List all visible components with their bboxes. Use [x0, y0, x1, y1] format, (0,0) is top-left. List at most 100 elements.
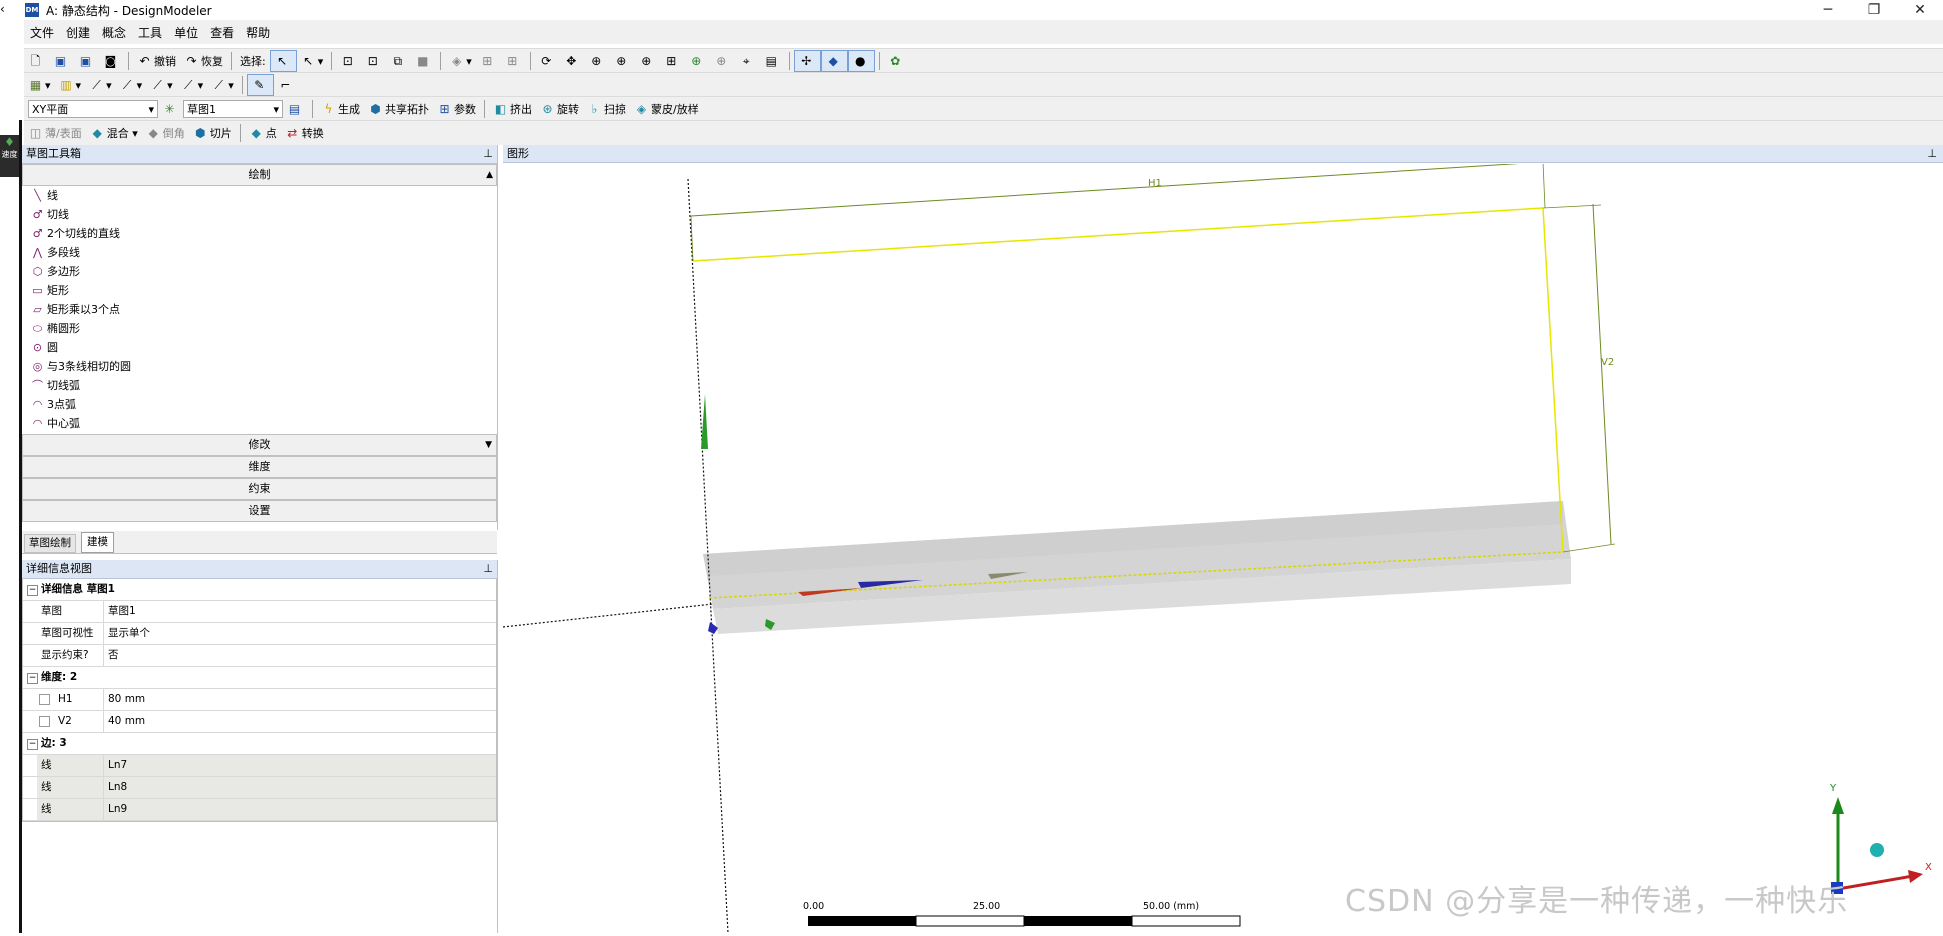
draw-tool-item[interactable]: ▭ 矩形 [22, 281, 497, 300]
face-color-dropdown[interactable]: ▥ ▾ [55, 75, 86, 95]
detail-value[interactable]: 草图1 [104, 601, 496, 622]
save-as-button[interactable]: ▣ [74, 51, 99, 71]
draw-tool-item[interactable]: ╲ 线 [22, 186, 497, 205]
edge-joint-dropdown-1[interactable]: ⟋ ▾ [85, 75, 116, 95]
next-view-button[interactable]: ⊕ [710, 51, 735, 71]
share-topology-button[interactable]: ⬢ 共享拓扑 [364, 99, 433, 119]
maximize-button[interactable]: ❐ [1851, 0, 1897, 20]
slice-button[interactable]: ⬢ 切片 [189, 123, 236, 143]
draw-tool-item[interactable]: ▱ 矩形乘以3个点 [22, 300, 497, 319]
detail-value[interactable]: 显示单个 [104, 623, 496, 644]
side-tab[interactable]: ♦ 速度 [0, 135, 19, 177]
point-button[interactable]: ◆ 点 [245, 123, 281, 143]
dimension-v2-label[interactable]: V2 [1601, 357, 1614, 368]
dimension-row[interactable]: H1 80 mm [23, 689, 496, 711]
graphics-viewport[interactable]: H1 V2 0.00 25.00 50.00 (mm) Y X [502, 161, 1943, 934]
redo-button[interactable]: ↷ 恢复 [180, 51, 227, 71]
detail-value[interactable]: 40 mm [104, 711, 496, 732]
look-at-button[interactable]: ✿ [884, 51, 909, 71]
zoom-fit-button[interactable]: ⊕ [635, 51, 660, 71]
vertex-tool-button[interactable]: ⌐ [274, 75, 299, 95]
menu-view[interactable]: 查看 [204, 24, 240, 41]
draw-section-header[interactable]: 绘制 ▲ [22, 164, 497, 186]
previous-view-button[interactable]: ⊕ [685, 51, 710, 71]
tab-sketching[interactable]: 草图绘制 [24, 534, 76, 553]
settings-section-header[interactable]: 设置 [22, 500, 497, 522]
dimension-h1-label[interactable]: H1 [1148, 178, 1162, 189]
detail-row[interactable]: 显示约束? 否 [23, 645, 496, 667]
select-mode-button[interactable]: ↖ [269, 50, 297, 72]
draw-tool-item[interactable]: ⬡ 多边形 [22, 262, 497, 281]
dimension-row[interactable]: V2 40 mm [23, 711, 496, 733]
collapse-icon[interactable]: − [27, 585, 38, 596]
extend-select-dropdown[interactable]: ◈ ▾ [445, 51, 476, 71]
screenshot-button[interactable]: ◙ [99, 51, 124, 71]
new-sketch-button[interactable]: ▤ [283, 99, 308, 119]
modify-section-header[interactable]: 修改 ▼ [22, 434, 497, 456]
revolve-button[interactable]: ⊛ 旋转 [536, 99, 583, 119]
rotate-button[interactable]: ⟳ [535, 51, 560, 71]
edge-row[interactable]: 线 Ln9 [23, 799, 496, 821]
detail-row[interactable]: 草图 草图1 [23, 601, 496, 623]
select-face-button[interactable]: ⧉ [386, 51, 411, 71]
pan-button[interactable]: ✥ [560, 51, 585, 71]
viewport-canvas[interactable]: H1 V2 0.00 25.00 50.00 (mm) Y X [502, 161, 1943, 934]
dimensions-section-header[interactable]: 维度 [22, 456, 497, 478]
pick-tool-button[interactable]: ✎ [246, 74, 274, 96]
constraints-section-header[interactable]: 约束 [22, 478, 497, 500]
draw-tool-item[interactable]: ⊙ 圆 [22, 338, 497, 357]
menu-tools[interactable]: 工具 [132, 24, 168, 41]
zoom-button[interactable]: ⊕ [585, 51, 610, 71]
undo-button[interactable]: ↶ 撤销 [133, 51, 180, 71]
edge-joint-dropdown-3[interactable]: ⟋ ▾ [146, 75, 177, 95]
draw-tool-item[interactable]: ◎ 与3条线相切的圆 [22, 357, 497, 376]
edge-joint-dropdown-2[interactable]: ⟋ ▾ [116, 75, 147, 95]
convert-button[interactable]: ⇄ 转换 [281, 123, 328, 143]
collapse-icon[interactable]: − [27, 739, 38, 750]
detail-value[interactable]: 否 [104, 645, 496, 666]
parameter-checkbox[interactable] [39, 716, 50, 727]
detail-value[interactable]: 80 mm [104, 689, 496, 710]
select-body-button[interactable]: ■ [411, 51, 436, 71]
display-plane-button[interactable]: ▤ [760, 51, 785, 71]
display-model-button[interactable]: ◆ [820, 50, 848, 72]
edge-joint-dropdown-4[interactable]: ⟋ ▾ [177, 75, 208, 95]
zoom-box-button[interactable]: ⊕ [610, 51, 635, 71]
menu-help[interactable]: 帮助 [240, 24, 276, 41]
select-point-button[interactable]: ⊡ [336, 51, 361, 71]
select-filter-dropdown[interactable]: ↖ ▾ [297, 51, 328, 71]
draw-tool-item[interactable]: ♂ 切线 [22, 205, 497, 224]
parameters-button[interactable]: ⊞ 参数 [433, 99, 480, 119]
thin-surface-button[interactable]: ◫ 薄/表面 [24, 123, 86, 143]
draw-tool-item[interactable]: ⋀ 多段线 [22, 243, 497, 262]
chevron-down-icon[interactable]: ▼ [485, 435, 492, 455]
select-edge-button[interactable]: ⊡ [361, 51, 386, 71]
minimize-button[interactable]: ─ [1805, 0, 1851, 20]
draw-tool-item[interactable]: ◠ 3点弧 [22, 395, 497, 414]
edge-row[interactable]: 线 Ln8 [23, 777, 496, 799]
select-all-button[interactable]: ⊞ [476, 51, 501, 71]
menu-concept[interactable]: 概念 [96, 24, 132, 41]
draw-tool-item[interactable]: ◠ 中心弧 [22, 414, 497, 433]
collapse-icon[interactable]: − [27, 673, 38, 684]
pin-icon[interactable]: ⊥ [483, 145, 493, 163]
close-button[interactable]: ✕ [1897, 0, 1943, 20]
sweep-button[interactable]: ♭ 扫掠 [583, 99, 630, 119]
draw-tool-item[interactable]: ⌒ 切线弧 [22, 376, 497, 395]
magnifier-button[interactable]: ⊞ [660, 51, 685, 71]
extrude-button[interactable]: ◧ 挤出 [489, 99, 536, 119]
detail-value[interactable]: Ln9 [104, 799, 496, 820]
dimension-h1-line[interactable] [690, 161, 1544, 217]
menu-file[interactable]: 文件 [24, 24, 60, 41]
triad-iso-ball-icon[interactable] [1870, 843, 1884, 857]
dimension-v2-line[interactable] [1592, 203, 1612, 545]
chamfer-button[interactable]: ◆ 倒角 [142, 123, 189, 143]
tab-modeling[interactable]: 建模 [81, 532, 114, 553]
detail-row[interactable]: 草图可视性 显示单个 [23, 623, 496, 645]
back-chevron-icon[interactable]: ‹ [0, 2, 5, 16]
draw-tool-item[interactable]: ♂ 2个切线的直线 [22, 224, 497, 243]
display-plane-axes-button[interactable]: ✢ [793, 50, 821, 72]
edge-row[interactable]: 线 Ln7 [23, 755, 496, 777]
pin-icon[interactable]: ⊥ [483, 560, 493, 578]
display-points-button[interactable]: ● [847, 50, 875, 72]
